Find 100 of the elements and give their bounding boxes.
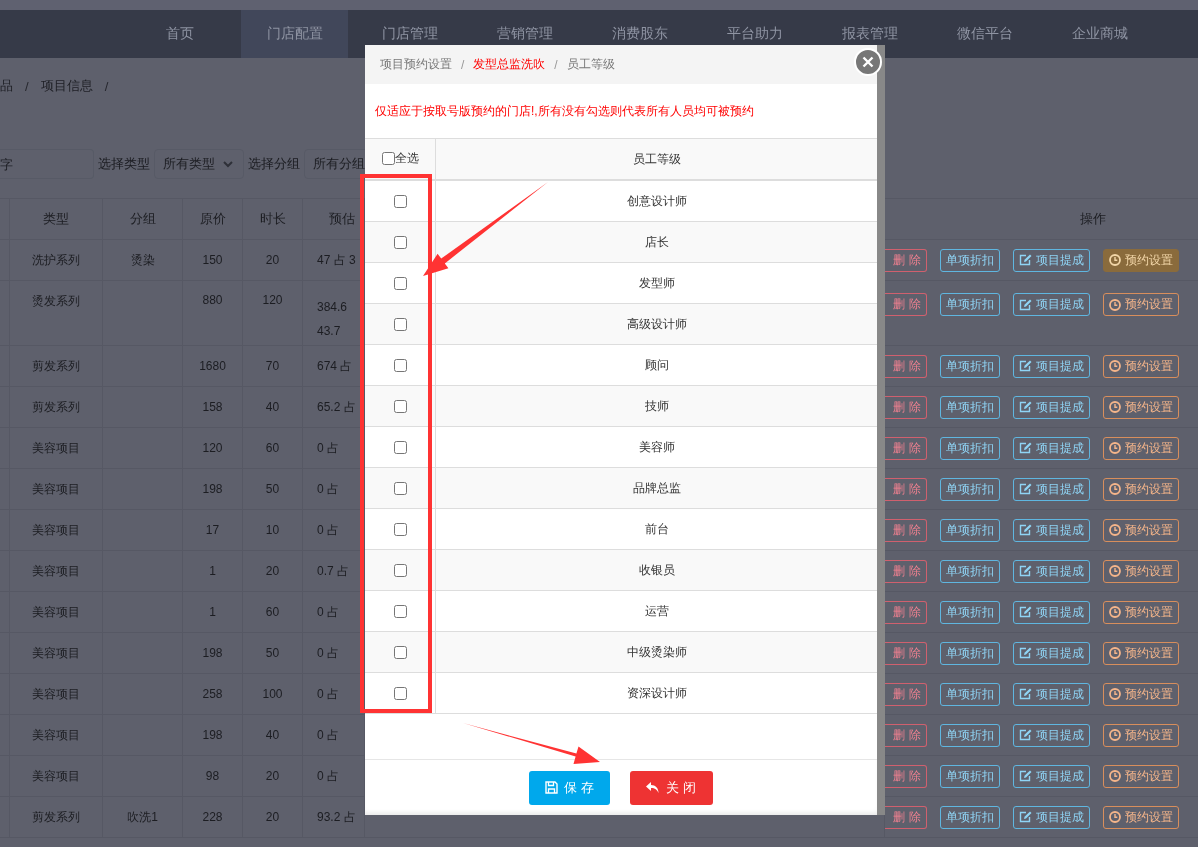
- breadcrumb-link[interactable]: 项目预约设置: [380, 56, 452, 73]
- commission-button[interactable]: 项目提成: [1013, 641, 1090, 665]
- breadcrumb-link[interactable]: 项目信息: [40, 77, 93, 95]
- breadcrumb-separator: /: [554, 57, 558, 72]
- table-cell: 创意设计师: [626, 193, 687, 208]
- commission-button[interactable]: 项目提成: [1013, 682, 1090, 706]
- discount-button[interactable]: 单项折扣: [940, 641, 1000, 665]
- scrollbar[interactable]: [877, 45, 885, 815]
- table-cell: 0 占: [317, 603, 339, 621]
- close-button[interactable]: 关闭: [630, 770, 713, 805]
- commission-button[interactable]: 项目提成: [1013, 518, 1090, 542]
- checkbox[interactable]: [393, 687, 407, 701]
- commission-button[interactable]: 项目提成: [1013, 293, 1090, 316]
- table-cell: 100: [262, 687, 283, 701]
- type-select[interactable]: 所有类型: [154, 149, 244, 179]
- booking-settings-button[interactable]: 预约设置: [1103, 682, 1179, 706]
- booking-settings-button[interactable]: 预约设置: [1103, 764, 1179, 788]
- commission-button[interactable]: 项目提成: [1013, 248, 1090, 272]
- checkbox[interactable]: [393, 318, 407, 332]
- discount-button[interactable]: 单项折扣: [940, 395, 1000, 419]
- checkbox[interactable]: [393, 277, 407, 291]
- edit-icon: [1019, 483, 1032, 495]
- table-cell: 剪发系列: [32, 398, 80, 416]
- commission-button[interactable]: 项目提成: [1013, 559, 1090, 583]
- booking-settings-button[interactable]: 预约设置: [1103, 559, 1179, 583]
- checkbox[interactable]: [393, 564, 407, 578]
- discount-button[interactable]: 单项折扣: [940, 436, 1000, 460]
- filter-label: 选择分组: [248, 155, 300, 173]
- discount-button[interactable]: 单项折扣: [940, 682, 1000, 706]
- table-cell: 运营: [644, 603, 669, 618]
- clock-icon: [1109, 647, 1121, 659]
- table-cell: 20: [265, 810, 280, 824]
- booking-settings-button[interactable]: 预约设置: [1103, 805, 1179, 829]
- nav-tab[interactable]: 报表管理: [816, 10, 923, 58]
- checkbox[interactable]: [393, 359, 407, 373]
- booking-settings-button[interactable]: 预约设置: [1103, 723, 1179, 747]
- commission-button[interactable]: 项目提成: [1013, 436, 1090, 460]
- nav-tab[interactable]: 门店配置: [241, 10, 348, 58]
- checkbox[interactable]: [393, 236, 407, 250]
- discount-button[interactable]: 单项折扣: [940, 559, 1000, 583]
- nav-tab[interactable]: 企业商城: [1046, 10, 1153, 58]
- table-cell: 品牌总监: [632, 480, 681, 495]
- select-all-checkbox[interactable]: [381, 152, 395, 165]
- checkbox[interactable]: [393, 605, 407, 619]
- nav-tab[interactable]: 营销管理: [471, 10, 578, 58]
- clock-icon: [1109, 606, 1121, 618]
- booking-settings-button[interactable]: 预约设置: [1103, 293, 1179, 316]
- table-cell: 228: [202, 810, 223, 824]
- checkbox[interactable]: [393, 482, 407, 496]
- checkbox[interactable]: [393, 523, 407, 537]
- discount-button[interactable]: 单项折扣: [940, 518, 1000, 542]
- booking-settings-button[interactable]: 预约设置: [1103, 641, 1179, 665]
- nav-tab[interactable]: 微信平台: [931, 10, 1038, 58]
- booking-settings-button[interactable]: 预约设置: [1103, 248, 1179, 272]
- discount-button[interactable]: 单项折扣: [940, 805, 1000, 829]
- commission-button[interactable]: 项目提成: [1013, 354, 1090, 378]
- breadcrumb-link[interactable]: 发型总监洗吹: [473, 56, 546, 73]
- checkbox[interactable]: [393, 646, 407, 660]
- commission-button[interactable]: 项目提成: [1013, 395, 1090, 419]
- checkbox[interactable]: [393, 195, 407, 209]
- booking-settings-button[interactable]: 预约设置: [1103, 395, 1179, 419]
- checkbox[interactable]: [393, 441, 407, 455]
- booking-settings-button[interactable]: 预约设置: [1103, 354, 1179, 378]
- commission-button[interactable]: 项目提成: [1013, 805, 1090, 829]
- booking-settings-button[interactable]: 预约设置: [1103, 518, 1179, 542]
- table-cell: 47 占 3: [317, 251, 356, 269]
- nav-tab[interactable]: 首页: [126, 10, 233, 58]
- table-cell: 17: [205, 523, 220, 537]
- table-cell: 吹洗1: [127, 808, 158, 826]
- table-cell: 120: [202, 441, 223, 455]
- booking-settings-button[interactable]: 预约设置: [1103, 477, 1179, 501]
- nav-tab[interactable]: 平台助力: [701, 10, 808, 58]
- commission-button[interactable]: 项目提成: [1013, 723, 1090, 747]
- breadcrumb-link[interactable]: 品: [0, 77, 13, 95]
- clock-icon: [1109, 770, 1121, 782]
- search-field[interactable]: 字: [0, 149, 94, 179]
- save-button[interactable]: 保存: [529, 770, 610, 805]
- commission-button[interactable]: 项目提成: [1013, 600, 1090, 624]
- delete-button[interactable]: 删除: [885, 805, 927, 829]
- discount-button[interactable]: 单项折扣: [940, 477, 1000, 501]
- edit-icon: [1019, 770, 1032, 782]
- nav-tab[interactable]: 消费股东: [586, 10, 693, 58]
- table-cell: 0 占: [317, 685, 339, 703]
- booking-settings-button[interactable]: 预约设置: [1103, 436, 1179, 460]
- table-cell: 中级烫染师: [626, 644, 687, 659]
- discount-button[interactable]: 单项折扣: [940, 764, 1000, 788]
- discount-button[interactable]: 单项折扣: [940, 293, 1000, 316]
- nav-tab[interactable]: 门店管理: [356, 10, 463, 58]
- booking-settings-button[interactable]: 预约设置: [1103, 600, 1179, 624]
- checkbox[interactable]: [393, 400, 407, 414]
- table-cell: 美容项目: [32, 726, 80, 744]
- breadcrumb-link[interactable]: 员工等级: [566, 56, 615, 73]
- table-cell: 0 占: [317, 439, 339, 457]
- table-cell: 资深设计师: [626, 685, 687, 700]
- discount-button[interactable]: 单项折扣: [940, 600, 1000, 624]
- commission-button[interactable]: 项目提成: [1013, 477, 1090, 501]
- discount-button[interactable]: 单项折扣: [940, 354, 1000, 378]
- commission-button[interactable]: 项目提成: [1013, 764, 1090, 788]
- discount-button[interactable]: 单项折扣: [940, 248, 1000, 272]
- discount-button[interactable]: 单项折扣: [940, 723, 1000, 747]
